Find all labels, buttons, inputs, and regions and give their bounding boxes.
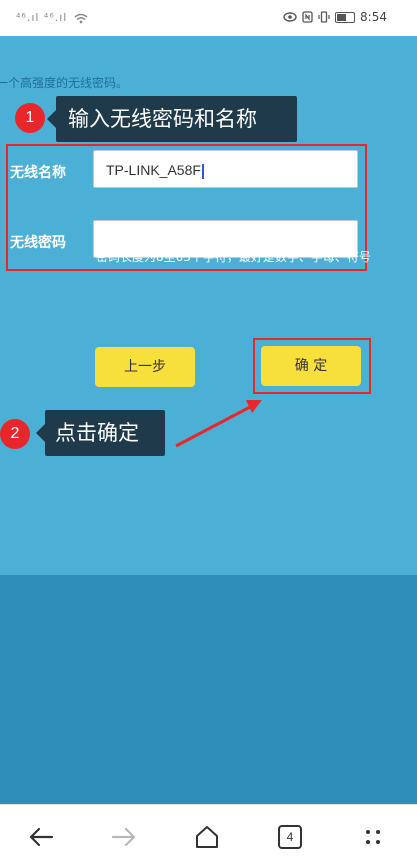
arrow-left-icon bbox=[29, 827, 54, 846]
forward-button[interactable] bbox=[94, 805, 154, 868]
browser-nav-bar: 4 bbox=[0, 804, 417, 868]
nfc-icon bbox=[302, 11, 313, 23]
router-setup-page: 一个高强度的无线密码。 无线名称 TP-LINK_A58F 无线密码 密码长度为… bbox=[0, 36, 417, 804]
signal-text: ⁴⁶.ıl ⁴⁶.ıl bbox=[16, 11, 68, 24]
menu-button[interactable] bbox=[343, 805, 403, 868]
cellular-signal: ⁴⁶.ıl ⁴⁶.ıl bbox=[16, 11, 88, 24]
status-bar: ⁴⁶.ıl ⁴⁶.ıl 8:54 bbox=[0, 0, 417, 36]
clock: 8:54 bbox=[360, 10, 387, 24]
wifi-icon bbox=[74, 13, 88, 23]
home-button[interactable] bbox=[177, 805, 237, 868]
eye-icon bbox=[283, 12, 297, 22]
more-dots-icon bbox=[366, 829, 380, 844]
arrow-right-icon bbox=[111, 827, 136, 846]
vibrate-icon bbox=[318, 11, 330, 23]
home-icon bbox=[196, 825, 218, 848]
battery-icon bbox=[335, 11, 356, 23]
status-icons: 8:54 bbox=[283, 10, 387, 24]
tabs-button[interactable]: 4 bbox=[260, 805, 320, 868]
tabs-count-badge: 4 bbox=[278, 824, 302, 849]
arrow-icon bbox=[175, 400, 262, 448]
back-button[interactable] bbox=[11, 805, 71, 868]
